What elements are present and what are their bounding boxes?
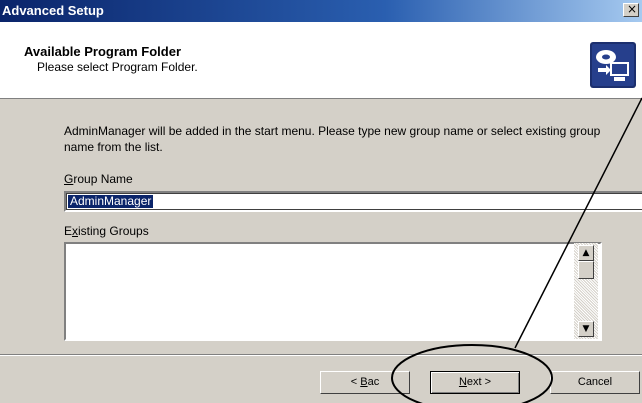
existing-groups-scrollbar[interactable]: ▲ ▼ (574, 243, 598, 339)
group-name-label-text: roup Name (73, 172, 133, 186)
back-button[interactable]: < Bac (320, 371, 410, 394)
existing-groups-label-prefix: E (64, 224, 73, 238)
page-subtitle: Please select Program Folder. (37, 60, 198, 74)
next-button-label: ext > (466, 376, 492, 388)
window-title: Advanced Setup (2, 3, 104, 18)
back-button-label: ac (367, 376, 380, 388)
wizard-header: Available Program Folder Please select P… (0, 22, 642, 99)
existing-groups-list[interactable] (64, 242, 602, 341)
existing-groups-label-text: isting Groups (78, 224, 149, 238)
scroll-up-button[interactable]: ▲ (578, 245, 594, 261)
back-button-prefix: < (350, 376, 361, 388)
group-name-value: AdminManager (68, 194, 154, 208)
close-button[interactable]: × (623, 2, 639, 17)
back-button-mnemonic: B (360, 376, 368, 388)
scroll-thumb[interactable] (578, 261, 594, 279)
advanced-setup-window: Advanced Setup × Available Program Folde… (0, 0, 642, 403)
close-icon: × (627, 2, 638, 16)
chevron-up-icon: ▲ (582, 248, 590, 258)
instruction-text: AdminManager will be added in the start … (64, 124, 601, 154)
chevron-down-icon: ▼ (582, 324, 590, 334)
group-name-mnemonic: G (64, 172, 74, 186)
group-name-input[interactable]: AdminManager (64, 191, 642, 212)
setup-wizard-icon (590, 42, 636, 88)
page-title: Available Program Folder (24, 44, 182, 59)
existing-groups-label: Existing Groups (64, 224, 149, 238)
title-bar[interactable]: Advanced Setup × (0, 0, 642, 22)
next-button-mnemonic: N (458, 376, 467, 388)
footer-divider-highlight (0, 355, 642, 356)
next-button[interactable]: Next > (430, 371, 520, 394)
scroll-down-button[interactable]: ▼ (578, 321, 594, 337)
cancel-button[interactable]: Cancel (550, 371, 640, 394)
group-name-label: Group Name (64, 172, 133, 186)
